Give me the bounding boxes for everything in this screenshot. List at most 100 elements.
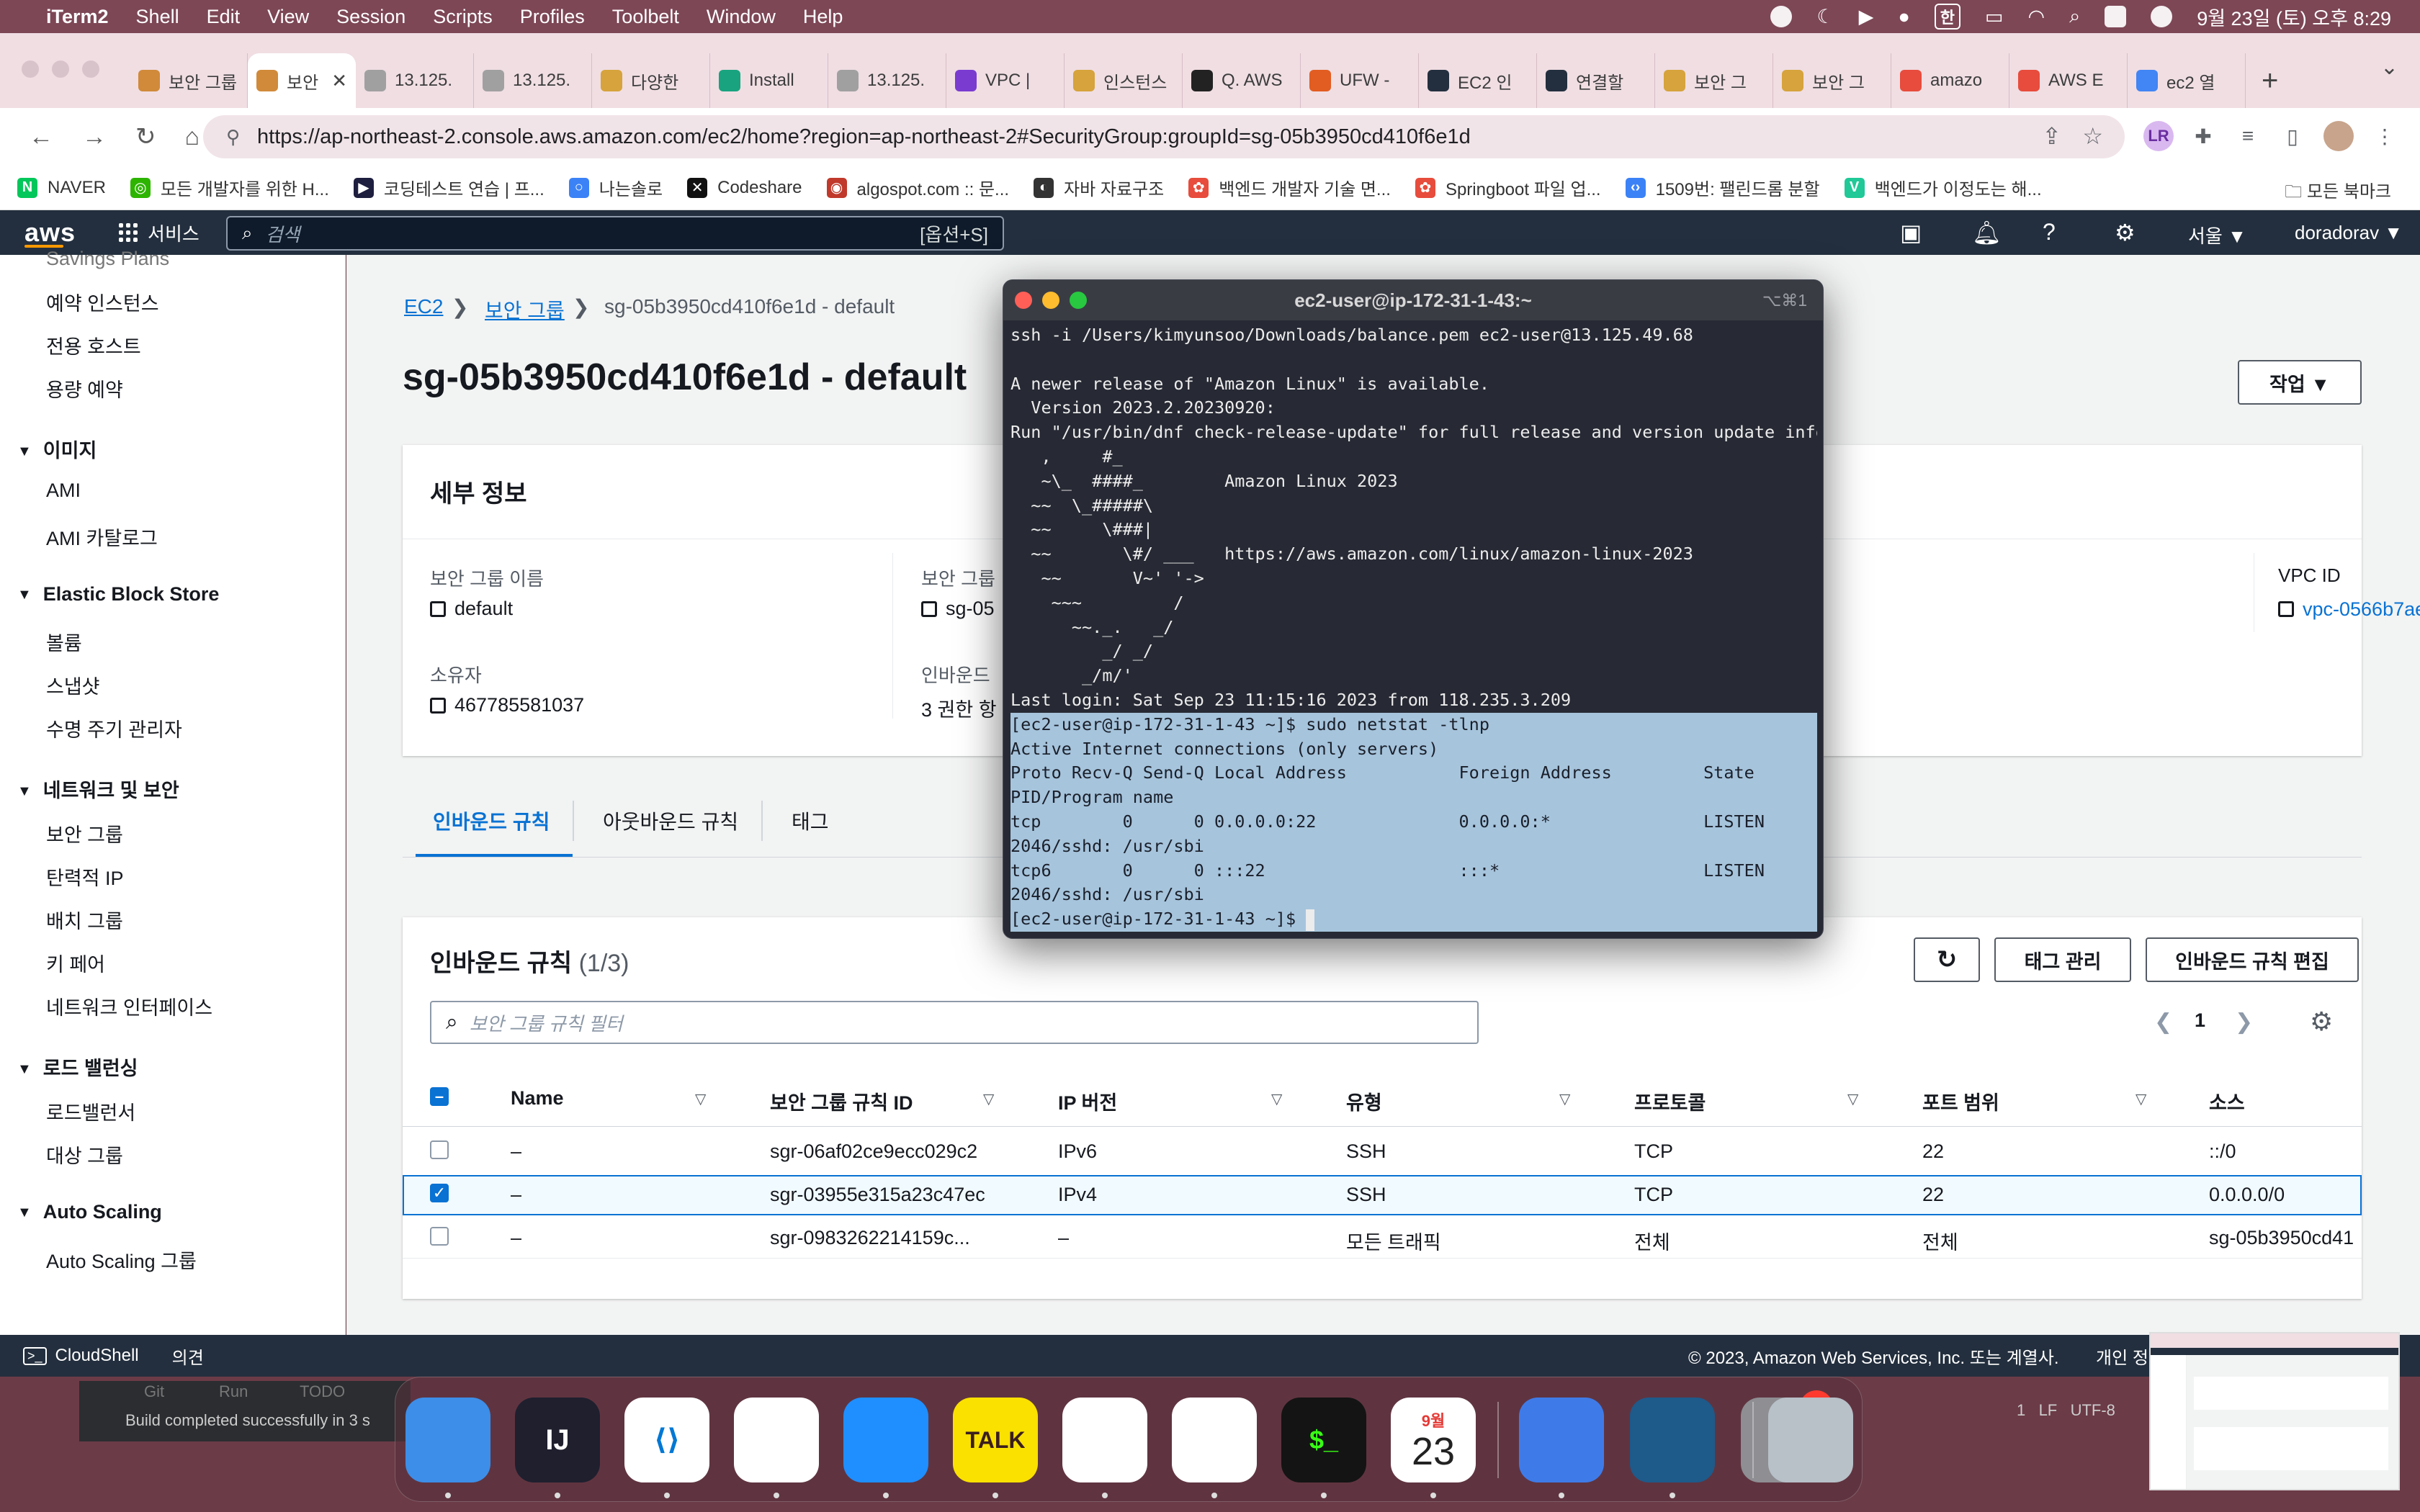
terminal-titlebar[interactable]: ec2-user@ip-172-31-1-43:~ ⌥⌘1 (1003, 280, 1823, 320)
ide-tab-todo[interactable]: TODO (300, 1382, 345, 1401)
ide-tab-git[interactable]: Git (144, 1382, 164, 1401)
dock-kakaotalk-icon[interactable]: TALK (953, 1398, 1038, 1482)
dock-finder-icon[interactable] (405, 1398, 490, 1482)
side-panel-icon[interactable]: ▯ (2277, 121, 2308, 151)
menu-profiles[interactable]: Profiles (520, 6, 585, 28)
browser-tab[interactable]: UFW - (1301, 53, 1419, 108)
copy-icon[interactable] (430, 697, 446, 714)
sort-icon[interactable]: ▽ (1559, 1090, 1570, 1108)
col-ip-version[interactable]: IP 버전 (1058, 1087, 1117, 1115)
nav-load-balancers[interactable]: 로드밸런서 (46, 1097, 135, 1125)
col-rule-id[interactable]: 보안 그룹 규칙 ID (770, 1087, 913, 1115)
notifications-bell-icon[interactable]: 🔔︎ (1972, 219, 2002, 246)
back-icon[interactable]: ← (29, 123, 53, 151)
control-center-icon[interactable] (2105, 6, 2127, 27)
bookmark-item[interactable]: ◉ algospot.com :: 문... (826, 175, 1009, 200)
browser-tab[interactable]: 인스턴스 (1065, 53, 1183, 108)
cloudshell-button[interactable]: >_ CloudShell (23, 1346, 139, 1366)
input-method-indicator[interactable]: 한 (1934, 4, 1960, 30)
reload-icon[interactable]: ↻ (135, 122, 156, 151)
dock-grape-icon[interactable] (1519, 1398, 1604, 1482)
nav-elastic-ips[interactable]: 탄력적 IP (46, 863, 124, 891)
current-page[interactable]: 1 (2195, 1009, 2205, 1032)
browser-tab[interactable]: 연결할 (1537, 53, 1655, 108)
table-row-selected[interactable]: ✓ – sgr-03955e315a23c47ec IPv4 SSH TCP 2… (403, 1175, 2362, 1215)
close-window-icon[interactable] (22, 60, 39, 78)
prev-page-icon[interactable]: ❮ (2154, 1009, 2172, 1035)
profile-avatar[interactable] (2323, 121, 2354, 151)
nav-volumes[interactable]: 볼륨 (46, 628, 82, 656)
dock-trash-icon[interactable] (1768, 1398, 1853, 1482)
browser-tab[interactable]: 13.125. (828, 53, 946, 108)
nav-section-images[interactable]: 이미지 (17, 435, 97, 463)
dock-calendar-icon[interactable]: 9월 23 (1391, 1398, 1476, 1482)
site-info-icon[interactable]: ⚲ (226, 126, 240, 148)
terminal-prompt-line[interactable]: [ec2-user@ip-172-31-1-43 ~]$ (1010, 907, 1817, 932)
manage-tags-button[interactable]: 태그 관리 (1994, 937, 2131, 982)
home-icon[interactable]: ⌂ (185, 123, 200, 151)
browser-tab[interactable]: 보안 그 (1655, 53, 1773, 108)
nav-snapshots[interactable]: 스냅샷 (46, 671, 100, 699)
ide-tab-run[interactable]: Run (219, 1382, 248, 1401)
dock-notes-icon[interactable] (1062, 1398, 1147, 1482)
nav-lifecycle-manager[interactable]: 수명 주기 관리자 (46, 714, 182, 742)
battery-icon[interactable]: ▭ (1985, 6, 2004, 28)
vpc-id-link[interactable]: vpc-0566b7ae2e90f909b (2303, 598, 2420, 621)
col-source[interactable]: 소스 (2209, 1087, 2245, 1115)
extensions-puzzle-icon[interactable]: ✚ (2188, 121, 2218, 151)
copy-icon[interactable] (430, 600, 446, 617)
copy-icon[interactable] (921, 600, 937, 617)
bookmark-star-icon[interactable]: ☆ (2082, 122, 2103, 150)
nav-ami-catalog[interactable]: AMI 카탈로그 (46, 523, 158, 551)
nav-section-network-security[interactable]: 네트워크 및 보안 (17, 775, 179, 803)
forward-icon[interactable]: → (82, 123, 107, 151)
bookmark-item[interactable]: ◎ 모든 개발자를 위한 H... (130, 175, 329, 200)
cloudshell-icon[interactable]: ▣ (1900, 219, 1922, 246)
nav-capacity-reservations[interactable]: 용량 예약 (46, 374, 123, 402)
browser-menu-icon[interactable]: ⋮ (2370, 121, 2400, 151)
iterm-window[interactable]: ec2-user@ip-172-31-1-43:~ ⌥⌘1 ssh -i /Us… (1003, 279, 1824, 939)
menu-app-name[interactable]: iTerm2 (46, 6, 109, 28)
browser-tab[interactable]: 13.125. (356, 53, 474, 108)
rules-filter-input[interactable]: ⌕ 보안 그룹 규칙 필터 (430, 1001, 1479, 1044)
aws-logo[interactable]: aws (24, 217, 76, 248)
bookmark-item[interactable]: N NAVER (17, 177, 106, 198)
spotlight-icon[interactable]: ⌕ (2069, 5, 2080, 28)
wifi-icon[interactable]: ◠ (2028, 6, 2045, 28)
browser-tab[interactable]: amazo (1891, 53, 2009, 108)
dock-intellij-icon[interactable]: IJ (515, 1398, 600, 1482)
chat-bubble-icon[interactable]: ● (1898, 6, 1909, 28)
menu-edit[interactable]: Edit (207, 6, 241, 28)
dock-vscode-icon[interactable]: ⟨⟩ (624, 1398, 709, 1482)
browser-tab-active[interactable]: 보안 ✕ (248, 53, 356, 108)
menu-view[interactable]: View (267, 6, 309, 28)
table-row[interactable]: – sgr-0983262214159c... – 모든 트래픽 전체 전체 s… (403, 1218, 2362, 1259)
nav-section-load-balancing[interactable]: 로드 밸런싱 (17, 1053, 138, 1081)
services-menu-button[interactable]: 서비스 (119, 220, 200, 246)
menu-help[interactable]: Help (803, 6, 843, 28)
tab-tags[interactable]: 태그 (792, 806, 829, 835)
browser-tab[interactable]: 보안 그 (1773, 53, 1891, 108)
bookmark-item[interactable]: ○ 나는솔로 (568, 175, 663, 200)
nav-reserved-instances[interactable]: 예약 인스턴스 (46, 288, 159, 316)
close-tab-icon[interactable]: ✕ (331, 70, 347, 92)
bookmark-item[interactable]: ✿ 백엔드 개발자 기술 면... (1188, 175, 1391, 200)
col-protocol[interactable]: 프로토콜 (1634, 1087, 1706, 1115)
sort-icon[interactable]: ▽ (1271, 1090, 1282, 1108)
browser-tab[interactable]: VPC | (946, 53, 1065, 108)
play-icon[interactable]: ▶ (1859, 6, 1874, 28)
siri-icon[interactable] (2151, 6, 2173, 27)
tab-search-chevron-icon[interactable]: ⌄ (2380, 55, 2398, 80)
dock-freeform-icon[interactable] (1172, 1398, 1257, 1482)
share-icon[interactable]: ⇪ (2042, 122, 2061, 150)
breadcrumb-ec2[interactable]: EC2 (404, 295, 443, 318)
nav-auto-scaling-groups[interactable]: Auto Scaling 그룹 (46, 1246, 197, 1274)
bookmark-item[interactable]: ◐ 자바 자료구조 (1034, 175, 1164, 200)
browser-tab[interactable]: 다양한 (592, 53, 710, 108)
help-icon[interactable]: ? (2043, 219, 2056, 246)
aws-search-input[interactable]: ⌕ 검색 [옵션+S] (226, 216, 1004, 251)
copy-icon[interactable] (2278, 601, 2294, 617)
status-app-icon[interactable] (1770, 6, 1793, 27)
browser-tab[interactable]: ec2 열 (2128, 53, 2246, 108)
nav-savings-plans[interactable]: Savings Plans (46, 248, 169, 270)
